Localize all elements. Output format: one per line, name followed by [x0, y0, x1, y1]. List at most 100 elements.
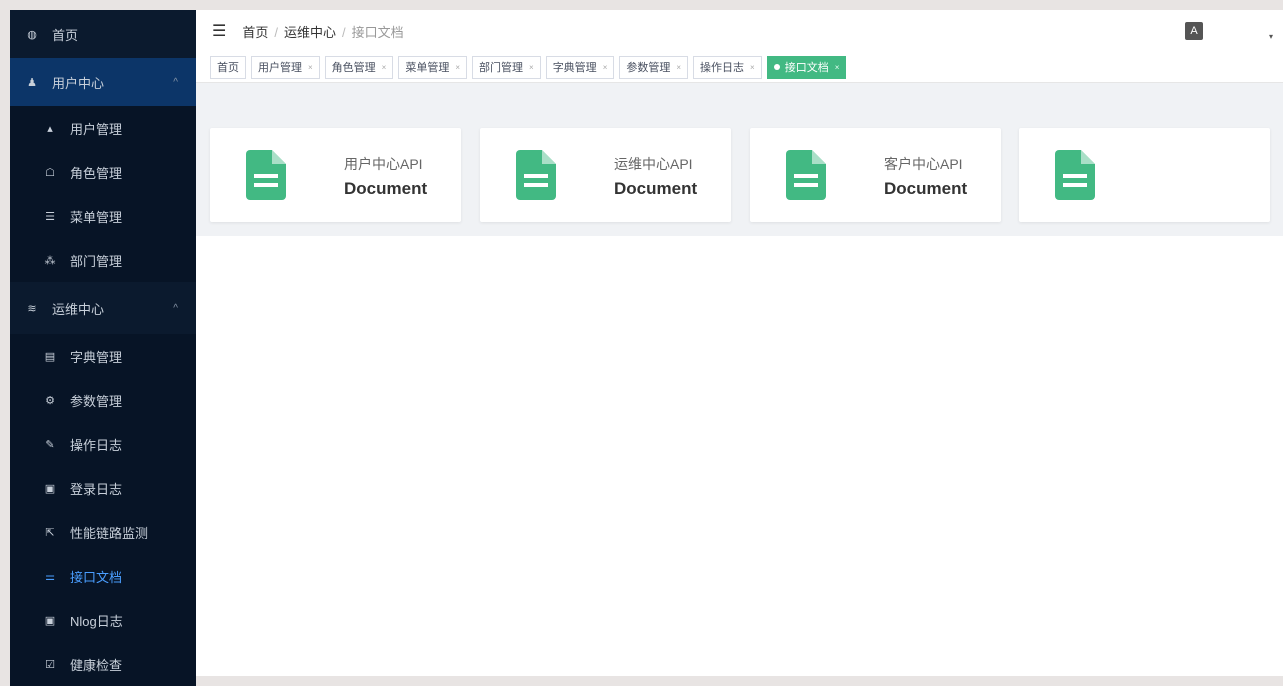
gears-icon: ⚙: [45, 394, 55, 407]
external-link-icon: ⇱: [45, 526, 55, 539]
breadcrumb-ops[interactable]: 运维中心: [284, 25, 336, 40]
sidebar-item[interactable]: ⇱ 性能链路监测: [10, 510, 196, 554]
sidebar-item[interactable]: ☑ 健康检查: [10, 642, 196, 686]
close-icon[interactable]: ×: [835, 63, 840, 72]
sidebar-item-label: 参数管理: [70, 393, 123, 409]
card-title: 用户中心API: [344, 156, 423, 172]
tab-item[interactable]: 角色管理 ×: [324, 55, 394, 79]
close-icon[interactable]: ×: [382, 63, 387, 72]
api-doc-card[interactable]: 客户中心API Document: [750, 128, 1001, 222]
sidebar-item-label: 用户管理: [70, 121, 123, 137]
hamburger-icon[interactable]: ☰: [212, 21, 226, 41]
breadcrumb-separator: /: [342, 24, 346, 40]
tab-label: 操作日志: [700, 62, 745, 74]
content-area: 用户中心API Document 运维中心API Document 客户中心API Doc…: [196, 83, 1283, 236]
tab-active[interactable]: 接口文档 ×: [766, 55, 847, 79]
sidebar-item-label: 字典管理: [70, 349, 123, 365]
tab-label: 用户管理: [258, 62, 302, 74]
card-subtitle: Document: [344, 179, 428, 198]
language-icon[interactable]: A: [1185, 22, 1203, 40]
tab-item[interactable]: 首页: [210, 55, 246, 79]
sidebar-item-label: 菜单管理: [70, 209, 123, 225]
sidebar-item-label: 部门管理: [70, 253, 123, 269]
dashboard-icon: ◍: [27, 28, 37, 41]
tab-label: 参数管理: [626, 62, 671, 74]
sidebar-item[interactable]: ☖ 角色管理: [10, 150, 196, 194]
tab-item[interactable]: 用户管理 ×: [251, 55, 320, 79]
log-icon: ▣: [44, 482, 56, 495]
tab-label: 部门管理: [479, 62, 524, 74]
breadcrumb: 首页 / 运维中心 / 接口文档: [242, 22, 403, 41]
sidebar-item-label: 角色管理: [70, 165, 123, 181]
content-blank: [196, 236, 1283, 676]
tree-icon: ⁂: [44, 254, 56, 267]
tab-label: 首页: [217, 62, 239, 74]
sidebar-item-label: 运维中心: [52, 301, 105, 317]
document-icon: [1055, 150, 1095, 200]
sidebar-item[interactable]: ◍ 首页: [10, 10, 196, 58]
breadcrumb-current: 接口文档: [351, 24, 404, 40]
server-icon: ≋: [27, 302, 37, 315]
breadcrumb-home[interactable]: 首页: [242, 25, 268, 40]
document-icon: [246, 150, 286, 200]
api-doc-card[interactable]: 运维中心API Document: [480, 128, 731, 222]
card-subtitle: Document: [884, 179, 968, 198]
api-doc-card[interactable]: [1019, 128, 1270, 222]
sidebar-item[interactable]: ▴ 用户管理: [10, 106, 196, 150]
close-icon[interactable]: ×: [750, 63, 755, 72]
tags-view: 首页 用户管理 × 角色管理 × 菜单管理 × 部门管理 × 字典管理 × 参数管理 × 操作日志 × 接口文…: [196, 52, 1283, 83]
chevron-up-icon: ^: [173, 302, 178, 314]
tab-item[interactable]: 操作日志 ×: [693, 55, 762, 79]
chevron-up-icon: ^: [173, 76, 178, 88]
tab-item[interactable]: 部门管理 ×: [472, 55, 541, 79]
card-title: 运维中心API: [614, 156, 693, 172]
active-dot-icon: [773, 64, 780, 70]
sidebar-item-label: 性能链路监测: [70, 525, 149, 541]
close-icon[interactable]: ×: [308, 63, 313, 72]
tab-label: 接口文档: [784, 62, 829, 74]
sidebar-item[interactable]: ✎ 操作日志: [10, 422, 196, 466]
card-subtitle: Document: [614, 179, 698, 198]
role-icon: ☖: [45, 166, 55, 179]
sidebar-item-label: 用户中心: [52, 75, 105, 91]
sidebar-item-label: 登录日志: [70, 481, 123, 497]
user-icon: ▴: [47, 122, 53, 135]
api-doc-card[interactable]: 用户中心API Document: [210, 128, 461, 222]
tab-item[interactable]: 参数管理 ×: [619, 55, 689, 79]
log-icon: ▣: [44, 614, 56, 627]
edit-icon: ✎: [45, 438, 55, 451]
dict-icon: ▤: [44, 350, 56, 363]
header: ☰ 首页 / 运维中心 / 接口文档 A ▾: [196, 10, 1283, 52]
sidebar-item-label: Nlog日志: [70, 613, 123, 629]
sidebar-item[interactable]: ▣ 登录日志: [10, 466, 196, 510]
sidebar-item[interactable]: ▣ Nlog日志: [10, 598, 196, 642]
close-icon[interactable]: ×: [455, 63, 460, 72]
document-icon: [516, 150, 556, 200]
close-icon[interactable]: ×: [603, 63, 608, 72]
tab-label: 菜单管理: [405, 62, 450, 74]
sidebar-item[interactable]: ☰ 菜单管理: [10, 194, 196, 238]
sidebar-item[interactable]: ♟ 用户中心 ^: [10, 58, 196, 106]
users-icon: ♟: [27, 76, 37, 89]
user-dropdown-caret-icon[interactable]: ▾: [1269, 32, 1273, 41]
tab-label: 角色管理: [331, 62, 376, 74]
sidebar: ◍ 首页 ♟ 用户中心 ^ ▴ 用户管理 ☖ 角色管理 ☰ 菜单管理 ⁂ 部门管理 ≋ 运维中心 ^ ▤ 字典管理…: [10, 10, 196, 686]
close-icon[interactable]: ×: [676, 63, 681, 72]
sidebar-item[interactable]: ⚙ 参数管理: [10, 378, 196, 422]
breadcrumb-separator: /: [274, 24, 278, 40]
sidebar-item[interactable]: ⚌ 接口文档: [10, 554, 196, 598]
close-icon[interactable]: ×: [529, 63, 534, 72]
sidebar-item[interactable]: ≋ 运维中心 ^: [10, 282, 196, 334]
sidebar-item[interactable]: ▤ 字典管理: [10, 334, 196, 378]
tab-item[interactable]: 菜单管理 ×: [398, 55, 468, 79]
sidebar-item-label: 首页: [52, 27, 79, 43]
sidebar-item-label: 操作日志: [70, 437, 123, 453]
tab-label: 字典管理: [552, 62, 597, 74]
monitor-icon: ☑: [45, 658, 55, 671]
tab-item[interactable]: 字典管理 ×: [545, 55, 615, 79]
card-title: 客户中心API: [884, 156, 963, 172]
sidebar-item[interactable]: ⁂ 部门管理: [10, 238, 196, 282]
sliders-icon: ⚌: [45, 570, 55, 583]
sidebar-item-label: 健康检查: [70, 657, 123, 673]
list-icon: ☰: [45, 210, 55, 223]
